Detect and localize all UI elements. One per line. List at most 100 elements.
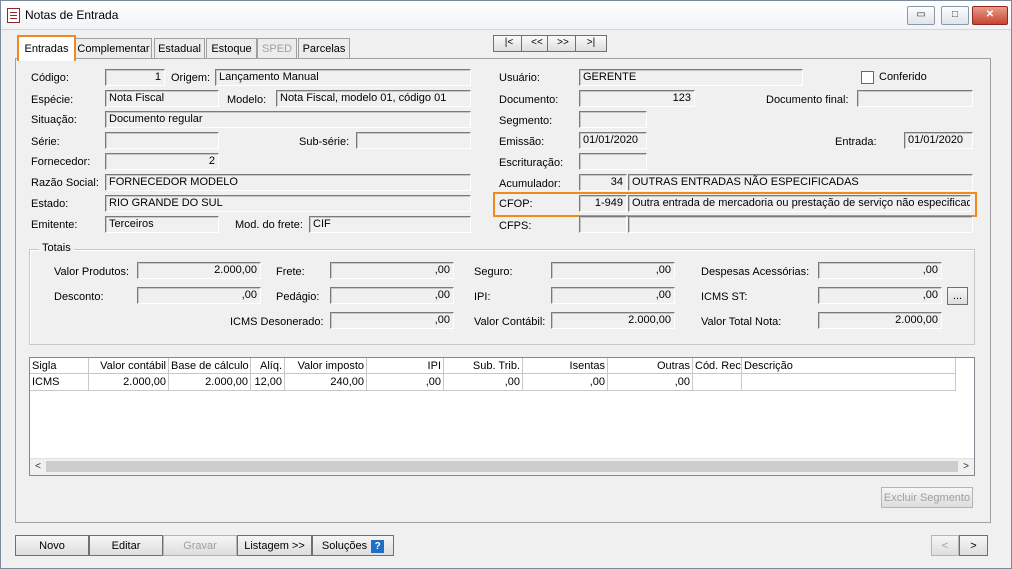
docfinal-label: Documento final: [766,94,849,106]
escrituracao-label: Escrituração: [499,157,564,169]
table-row-valor-imposto[interactable]: 240,00 [285,374,367,391]
grid-header-sub-trib[interactable]: Sub. Trib. [444,358,523,374]
tab-complementar[interactable]: Complementar [75,38,152,59]
acumulador-code-field[interactable]: 34 [579,174,627,191]
razao-social-field[interactable]: FORNECEDOR MODELO [105,174,471,191]
grid-header-ipi[interactable]: IPI [367,358,444,374]
cfps-code-field[interactable] [579,216,627,233]
prev-record-button[interactable]: < [931,535,959,556]
emissao-label: Emissão: [499,136,545,148]
table-row-descricao[interactable] [742,374,956,391]
fornecedor-field[interactable]: 2 [105,153,219,170]
grid-header-valor-contabil[interactable]: Valor contábil [89,358,169,374]
serie-field[interactable] [105,132,219,149]
novo-button[interactable]: Novo [15,535,89,556]
tab-parcelas[interactable]: Parcelas [298,38,350,59]
especie-field[interactable]: Nota Fiscal [105,90,219,107]
table-row-ipi[interactable]: ,00 [367,374,444,391]
despesas-field[interactable]: ,00 [818,262,942,279]
codigo-field[interactable]: 1 [105,69,165,86]
valor-produtos-field[interactable]: 2.000,00 [137,262,261,279]
table-row-valor-contabil[interactable]: 2.000,00 [89,374,169,391]
next-record-button[interactable]: > [959,535,988,556]
cfop-desc-field[interactable]: Outra entrada de mercadoria ou prestação… [628,195,971,212]
scroll-thumb[interactable] [46,461,958,472]
nav-last-button[interactable]: >| [575,35,607,52]
documento-field[interactable]: 123 [579,90,695,107]
frete-field[interactable]: ,00 [330,262,454,279]
origem-field[interactable]: Lançamento Manual [215,69,471,86]
entrada-field[interactable]: 01/01/2020 [904,132,973,149]
valor-total-nota-field[interactable]: 2.000,00 [818,312,942,329]
editar-button[interactable]: Editar [89,535,163,556]
valor-total-nota-label: Valor Total Nota: [701,316,782,328]
close-button[interactable]: ✕ [972,6,1008,25]
estado-label: Estado: [31,198,69,210]
desconto-field[interactable]: ,00 [137,287,261,304]
maximize-button[interactable]: □ [941,6,969,25]
impostos-grid[interactable]: Sigla Valor contábil Base de cálculo Alí… [29,357,975,476]
emissao-field[interactable]: 01/01/2020 [579,132,647,149]
grid-header-cod-rec[interactable]: Cód. Rec. [693,358,742,374]
tab-estoque[interactable]: Estoque [206,38,257,59]
situacao-field[interactable]: Documento regular [105,111,471,128]
seguro-label: Seguro: [474,266,513,278]
table-row-base-calculo[interactable]: 2.000,00 [169,374,251,391]
grid-header-outras[interactable]: Outras [608,358,693,374]
grid-header-sigla[interactable]: Sigla [30,358,89,374]
table-row-isentas[interactable]: ,00 [523,374,608,391]
grid-header-isentas[interactable]: Isentas [523,358,608,374]
usuario-field[interactable]: GERENTE [579,69,803,86]
tab-estadual[interactable]: Estadual [154,38,205,59]
table-row-cod-rec[interactable] [693,374,742,391]
tab-sped[interactable]: SPED [257,38,297,59]
docfinal-field[interactable] [857,90,973,107]
cfps-label: CFPS: [499,220,532,232]
minimize-icon: ▭ [916,9,926,20]
scroll-right-icon[interactable]: > [958,459,974,475]
grid-header-aliq[interactable]: Alíq. [251,358,285,374]
table-row-sub-trib[interactable]: ,00 [444,374,523,391]
scroll-left-icon[interactable]: < [30,459,46,475]
modfrete-field[interactable]: CIF [309,216,471,233]
solucoes-button[interactable]: Soluções? [312,535,394,556]
grid-header-base-calculo[interactable]: Base de cálculo [169,358,251,374]
tab-entradas[interactable]: Entradas [17,35,76,61]
grid-header-valor-imposto[interactable]: Valor imposto [285,358,367,374]
table-row-outras[interactable]: ,00 [608,374,693,391]
listagem-button[interactable]: Listagem >> [237,535,312,556]
frete-label: Frete: [276,266,305,278]
seguro-field[interactable]: ,00 [551,262,675,279]
icms-st-label: ICMS ST: [701,291,748,303]
escrituracao-field[interactable] [579,153,647,170]
document-icon [7,8,20,23]
table-row-sigla[interactable]: ICMS [30,374,89,391]
emitente-field[interactable]: Terceiros [105,216,219,233]
icms-desonerado-field[interactable]: ,00 [330,312,454,329]
icms-st-field[interactable]: ,00 [818,287,942,304]
gravar-button[interactable]: Gravar [163,535,237,556]
subserie-field[interactable] [356,132,471,149]
valor-contabil-field[interactable]: 2.000,00 [551,312,675,329]
grid-horizontal-scrollbar[interactable]: < > [30,458,974,475]
conferido-checkbox[interactable] [861,71,874,84]
table-row-aliq[interactable]: 12,00 [251,374,285,391]
excluir-segmento-button[interactable]: Excluir Segmento [881,487,973,508]
segmento-field[interactable] [579,111,647,128]
entrada-label: Entrada: [835,136,877,148]
grid-header-descricao[interactable]: Descrição [742,358,956,374]
ipi-field[interactable]: ,00 [551,287,675,304]
documento-label: Documento: [499,94,559,106]
minimize-button[interactable]: ▭ [907,6,935,25]
acumulador-desc-field[interactable]: OUTRAS ENTRADAS NÃO ESPECIFICADAS [628,174,973,191]
usuario-label: Usuário: [499,72,540,84]
icms-st-details-button[interactable]: ... [947,287,968,305]
despesas-label: Despesas Acessórias: [701,266,810,278]
cfps-desc-field[interactable] [628,216,973,233]
valor-contabil-label: Valor Contábil: [474,316,546,328]
cfop-code-field[interactable]: 1-949 [579,195,627,212]
estado-field[interactable]: RIO GRANDE DO SUL [105,195,471,212]
title-bar: Notas de Entrada ▭ □ ✕ [1,1,1011,30]
modelo-field[interactable]: Nota Fiscal, modelo 01, código 01 [276,90,471,107]
pedagio-field[interactable]: ,00 [330,287,454,304]
